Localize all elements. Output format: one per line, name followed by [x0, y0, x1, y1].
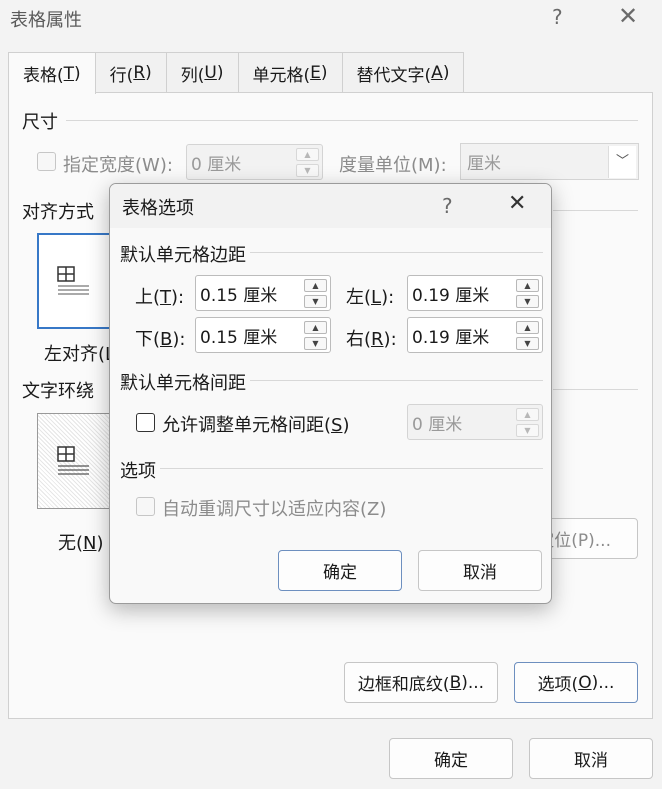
width-value: 0 厘米	[191, 154, 242, 175]
unit-select[interactable]: 厘米 ﹀	[460, 143, 639, 180]
ok-button[interactable]: 确定	[389, 738, 513, 779]
allow-spacing-label: 允许调整单元格间距(S)	[162, 415, 350, 436]
dialog-help-button[interactable]: ?	[442, 196, 453, 216]
tab-column[interactable]: 列(U)	[165, 52, 239, 93]
left-margin-value: 0.19 厘米	[412, 285, 490, 306]
dialog-cancel-button[interactable]: 取消	[418, 550, 542, 591]
spacing-down-icon[interactable]: ▼	[516, 423, 539, 437]
right-down-icon[interactable]: ▼	[516, 336, 539, 350]
margins-divider	[250, 252, 543, 253]
chevron-down-icon[interactable]: ﹀	[608, 145, 636, 178]
left-margin-label: 左(L):	[346, 287, 395, 308]
specify-width-checkbox[interactable]	[37, 152, 56, 171]
top-down-icon[interactable]: ▼	[304, 294, 327, 308]
tab-table[interactable]: 表格(T)	[8, 52, 96, 94]
top-margin-value: 0.15 厘米	[200, 285, 278, 306]
top-margin-stepper[interactable]: 0.15 厘米 ▲ ▼	[195, 275, 331, 311]
help-button[interactable]: ?	[552, 7, 563, 27]
tab-cell[interactable]: 单元格(E)	[237, 52, 343, 93]
align-left-icon	[57, 266, 89, 295]
bottom-margin-label: 下(B):	[135, 329, 186, 350]
alignment-heading: 对齐方式	[22, 202, 94, 223]
spacing-stepper[interactable]: 0 厘米 ▲ ▼	[407, 404, 543, 440]
wrap-heading: 文字环绕	[22, 381, 94, 402]
top-margin-label: 上(T):	[135, 287, 185, 308]
dialog-ok-button[interactable]: 确定	[278, 550, 402, 591]
width-stepper[interactable]: 0 厘米 ▲ ▼	[186, 144, 323, 180]
tab-alt-text[interactable]: 替代文字(A)	[341, 52, 465, 93]
options-button[interactable]: 选项(O)...	[514, 662, 638, 703]
options-heading: 选项	[120, 461, 156, 482]
options-divider	[160, 468, 543, 469]
align-left-label: 左对齐(L	[44, 344, 116, 365]
bottom-up-icon[interactable]: ▲	[304, 320, 327, 334]
align-left-option[interactable]	[37, 233, 111, 329]
borders-shading-button[interactable]: 边框和底纹(B)...	[344, 662, 498, 703]
wrap-none-icon	[57, 446, 89, 475]
tab-strip: 表格(T) 行(R) 列(U) 单元格(E) 替代文字(A)	[8, 52, 465, 94]
width-up-icon[interactable]: ▲	[296, 147, 319, 161]
close-icon[interactable]: ✕	[618, 4, 638, 28]
autofit-label: 自动重调尺寸以适应内容(Z)	[162, 499, 387, 520]
spacing-value: 0 厘米	[412, 414, 463, 435]
bottom-margin-value: 0.15 厘米	[200, 327, 278, 348]
window-title: 表格属性	[10, 10, 82, 31]
allow-spacing-checkbox[interactable]	[136, 413, 155, 432]
size-heading: 尺寸	[22, 112, 58, 133]
wrap-none-option[interactable]	[37, 413, 111, 509]
size-divider	[66, 120, 638, 121]
wrap-divider	[553, 389, 638, 390]
wrap-none-label: 无(N)	[58, 533, 104, 554]
tab-row[interactable]: 行(R)	[94, 52, 167, 93]
left-margin-stepper[interactable]: 0.19 厘米 ▲ ▼	[407, 275, 543, 311]
spacing-up-icon[interactable]: ▲	[516, 407, 539, 421]
autofit-checkbox[interactable]	[136, 497, 155, 516]
alignment-divider	[553, 210, 638, 211]
dialog-close-icon[interactable]: ✕	[508, 193, 526, 215]
width-down-icon[interactable]: ▼	[296, 163, 319, 177]
right-margin-value: 0.19 厘米	[412, 327, 490, 348]
right-up-icon[interactable]: ▲	[516, 320, 539, 334]
left-up-icon[interactable]: ▲	[516, 278, 539, 292]
margins-heading: 默认单元格边距	[120, 245, 246, 266]
right-margin-label: 右(R):	[346, 329, 397, 350]
bottom-down-icon[interactable]: ▼	[304, 336, 327, 350]
cancel-button[interactable]: 取消	[529, 738, 653, 779]
unit-value: 厘米	[467, 154, 501, 174]
left-down-icon[interactable]: ▼	[516, 294, 539, 308]
top-up-icon[interactable]: ▲	[304, 278, 327, 292]
spacing-heading: 默认单元格间距	[120, 373, 246, 394]
spacing-divider	[250, 380, 543, 381]
table-options-dialog: 表格选项 ? ✕ 默认单元格边距 上(T): 0.15 厘米 ▲ ▼ 左(L): …	[109, 183, 552, 604]
dialog-title: 表格选项	[122, 198, 194, 219]
specify-width-label: 指定宽度(W):	[63, 155, 173, 176]
unit-label: 度量单位(M):	[339, 155, 447, 176]
right-margin-stepper[interactable]: 0.19 厘米 ▲ ▼	[407, 317, 543, 353]
bottom-margin-stepper[interactable]: 0.15 厘米 ▲ ▼	[195, 317, 331, 353]
